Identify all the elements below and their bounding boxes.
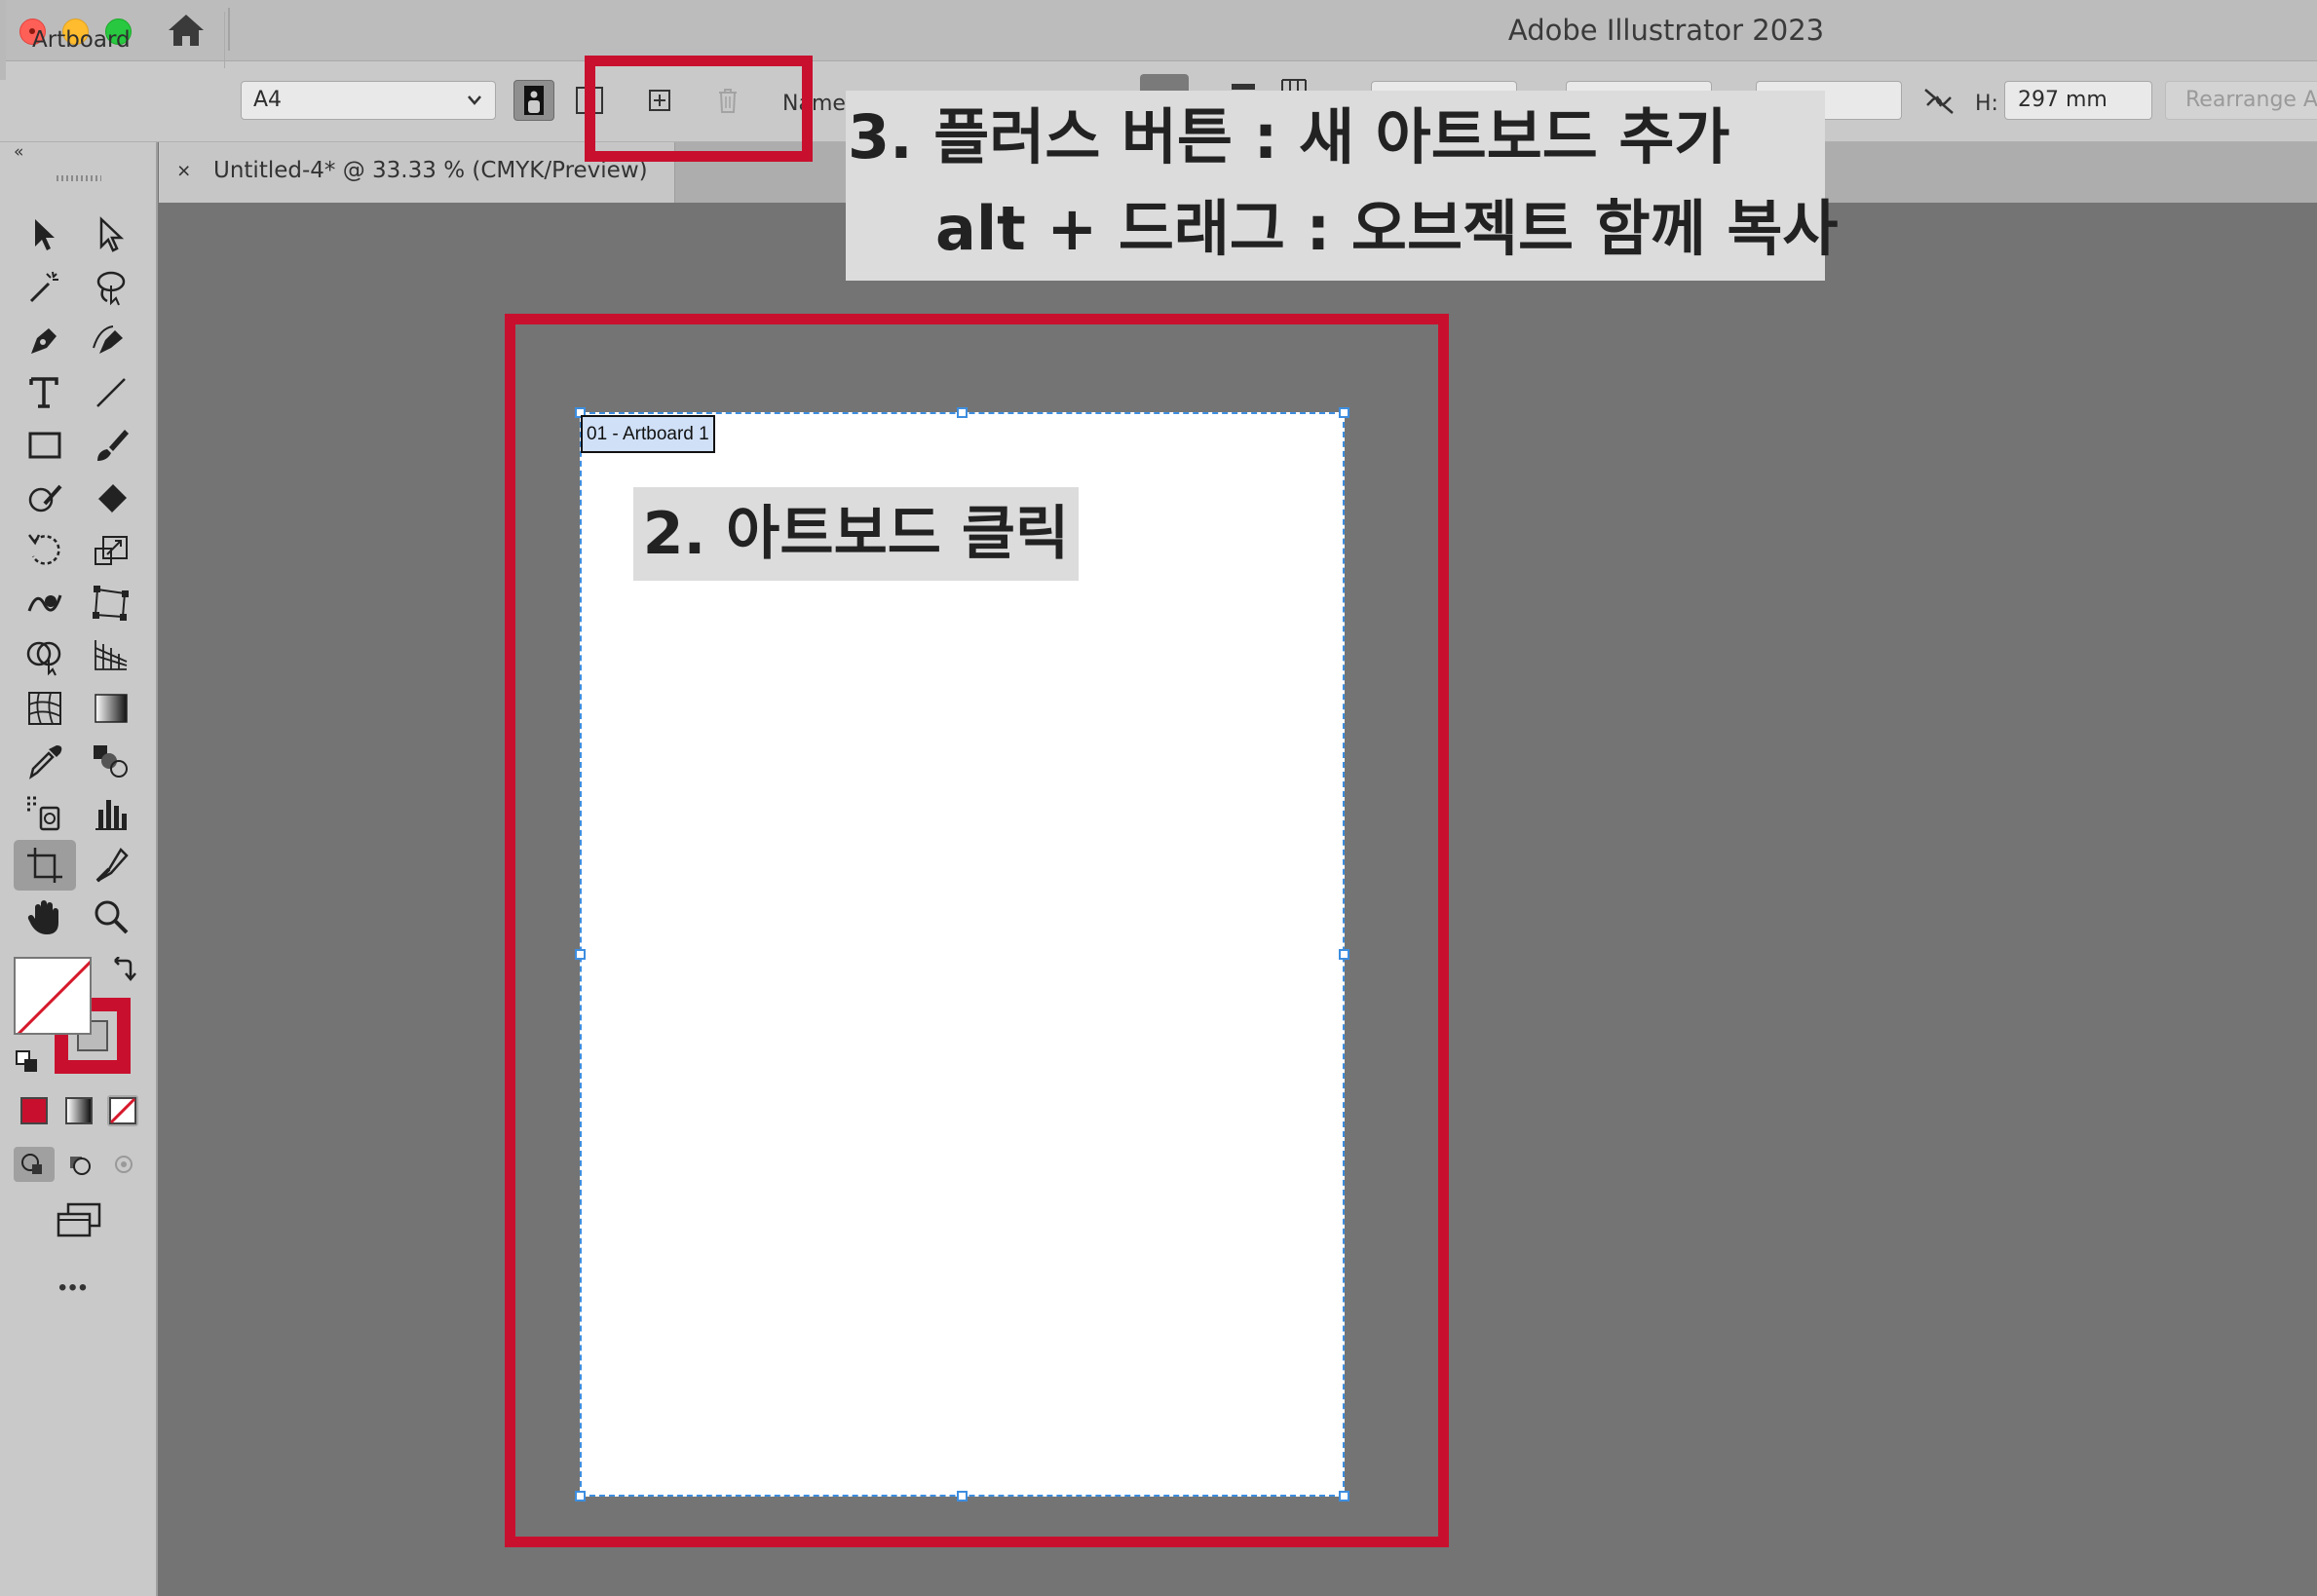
portrait-orientation-button[interactable] <box>513 80 554 121</box>
type-tool-icon[interactable] <box>23 371 66 414</box>
warp-tool-icon[interactable] <box>23 582 66 625</box>
eraser-tool-icon[interactable] <box>90 476 133 519</box>
panel-grip[interactable] <box>57 175 101 181</box>
step3-line1: 3. 플러스 버튼 : 새 아트보드 추가 <box>848 101 1730 172</box>
default-fill-stroke-icon[interactable] <box>16 1050 39 1074</box>
control-bar-label: Artboard <box>32 27 131 53</box>
shape-builder-tool-icon[interactable] <box>23 634 66 677</box>
home-icon[interactable] <box>166 12 207 49</box>
draw-normal-button[interactable] <box>14 1147 55 1182</box>
scale-tool-icon[interactable] <box>90 529 133 572</box>
color-mode-button[interactable] <box>20 1097 48 1124</box>
zoom-tool-icon[interactable] <box>90 895 133 938</box>
artboard-tool-icon[interactable] <box>23 844 66 887</box>
direct-selection-tool-icon[interactable] <box>90 213 133 256</box>
perspective-grid-tool-icon[interactable] <box>90 634 133 677</box>
gradient-mode-button[interactable] <box>65 1097 93 1124</box>
artboard-preset-select[interactable]: A4 <box>241 81 496 120</box>
none-mode-button[interactable] <box>107 1095 138 1126</box>
shaper-tool-icon[interactable] <box>23 476 66 519</box>
screen-mode-icon[interactable] <box>55 1200 103 1239</box>
swap-fill-stroke-icon[interactable] <box>109 956 136 984</box>
control-bar-separator <box>224 12 225 68</box>
title-bar <box>0 0 2317 61</box>
step2-annotation: 2. 아트보드 클릭 <box>633 487 1079 581</box>
gradient-tool-icon[interactable] <box>90 687 133 730</box>
rectangle-tool-icon[interactable] <box>23 424 66 467</box>
portrait-icon <box>524 86 544 115</box>
slice-tool-icon[interactable] <box>90 844 133 887</box>
mesh-tool-icon[interactable] <box>23 687 66 730</box>
rearrange-all-button[interactable]: Rearrange A <box>2165 81 2317 120</box>
app-title: Adobe Illustrator 2023 <box>1507 14 1825 47</box>
tab-title: Untitled-4* @ 33.33 % (CMYK/Preview) <box>213 158 648 183</box>
unlink-proportions-icon[interactable] <box>1919 84 1958 119</box>
draw-behind-button[interactable] <box>58 1147 99 1182</box>
lasso-tool-icon[interactable] <box>90 266 133 309</box>
plus-button-highlight-box <box>585 56 813 162</box>
height-label: H: <box>1975 92 1998 116</box>
title-separator <box>228 8 230 51</box>
column-graph-tool-icon[interactable] <box>90 792 133 835</box>
magic-wand-tool-icon[interactable] <box>23 266 66 309</box>
step3-line2: alt + 드래그 : 오브젝트 함께 복사 <box>935 193 1839 264</box>
hand-tool-icon[interactable] <box>23 895 66 938</box>
height-field[interactable]: 297 mm <box>2004 81 2152 120</box>
eyedropper-tool-icon[interactable] <box>23 740 66 782</box>
paintbrush-tool-icon[interactable] <box>90 424 133 467</box>
pen-tool-icon[interactable] <box>23 319 66 361</box>
step3-annotation: 3. 플러스 버튼 : 새 아트보드 추가 alt + 드래그 : 오브젝트 함… <box>846 91 1838 281</box>
edit-toolbar-button[interactable]: ••• <box>58 1274 89 1302</box>
close-tab-icon[interactable]: × <box>177 158 190 184</box>
fill-color-swatch[interactable] <box>14 957 92 1035</box>
draw-inside-button[interactable] <box>103 1147 144 1182</box>
collapse-panel-button[interactable]: « <box>14 142 23 162</box>
chevron-down-icon <box>466 82 483 133</box>
rotate-tool-icon[interactable] <box>23 529 66 572</box>
line-tool-icon[interactable] <box>90 371 133 414</box>
control-bar-grip[interactable] <box>0 0 6 80</box>
symbol-sprayer-tool-icon[interactable] <box>23 792 66 835</box>
blend-tool-icon[interactable] <box>90 740 133 782</box>
selection-tool-icon[interactable] <box>23 213 66 256</box>
free-transform-tool-icon[interactable] <box>90 582 133 625</box>
preset-value: A4 <box>253 88 283 112</box>
curvature-tool-icon[interactable] <box>90 319 133 361</box>
